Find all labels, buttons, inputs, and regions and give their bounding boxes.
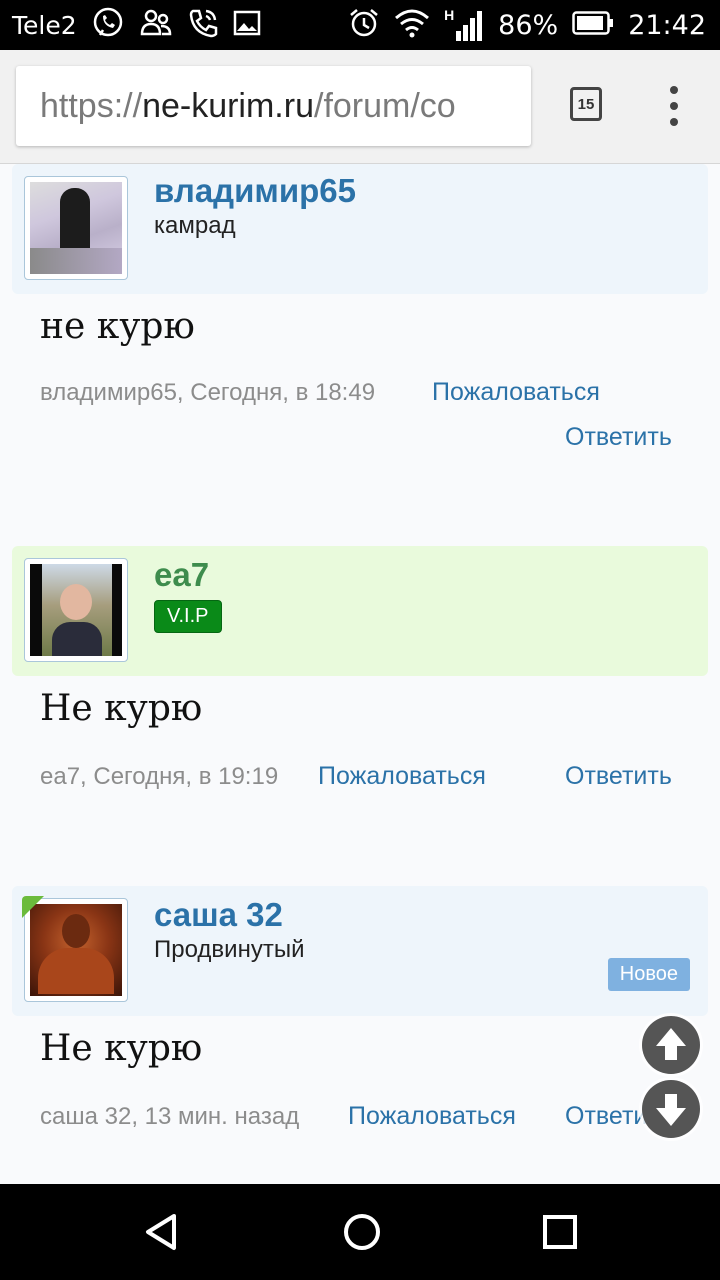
scroll-up-button[interactable] xyxy=(642,1016,700,1074)
url-scheme: https:// xyxy=(40,86,143,125)
post-message: Не курю xyxy=(40,1028,203,1069)
report-link[interactable]: Пожаловаться xyxy=(318,762,486,791)
battery-percent: 86% xyxy=(498,9,559,41)
post-header: саша 32 Продвинутый Новое xyxy=(12,886,708,1016)
arrow-down-icon xyxy=(656,1094,686,1126)
avatar[interactable] xyxy=(24,176,128,280)
post-message: не курю xyxy=(40,306,195,347)
reply-link[interactable]: Ответить xyxy=(565,762,672,791)
menu-dot-icon xyxy=(670,86,678,94)
post-meta: владимир65, Сегодня, в 18:49 xyxy=(40,379,376,406)
avatar-image xyxy=(30,564,122,656)
menu-dot-icon xyxy=(670,118,678,126)
forum-thread: владимир65 камрад не курю владимир65, Се… xyxy=(0,164,720,1184)
people-icon xyxy=(139,6,173,45)
image-icon xyxy=(233,9,261,42)
new-post-badge: Новое xyxy=(607,958,690,991)
post-header: ea7 V.I.P xyxy=(12,546,708,676)
post-meta: ea7, Сегодня, в 19:19 xyxy=(40,763,279,790)
phone-call-icon xyxy=(187,7,219,44)
scroll-down-button[interactable] xyxy=(642,1080,700,1138)
post-header: владимир65 камрад xyxy=(12,164,708,294)
signal-icon: H xyxy=(444,7,484,43)
avatar-image xyxy=(30,182,122,274)
browser-toolbar: https://ne-kurim.ru/forum/co 15 xyxy=(0,50,720,164)
url-domain: ne-kurim.ru xyxy=(142,86,314,125)
reply-link[interactable]: Ответить xyxy=(565,423,672,452)
report-link[interactable]: Пожаловаться xyxy=(348,1102,516,1131)
user-title: Продвинутый xyxy=(154,936,305,963)
back-button[interactable] xyxy=(140,1210,184,1254)
viber-icon xyxy=(91,6,125,45)
post-meta: саша 32, 13 мин. назад xyxy=(40,1103,300,1130)
clock: 21:42 xyxy=(628,9,706,41)
back-triangle-icon xyxy=(146,1214,176,1250)
menu-dot-icon xyxy=(670,102,678,110)
arrow-up-icon xyxy=(656,1028,686,1060)
home-circle-icon xyxy=(344,1214,380,1250)
system-navigation-bar xyxy=(0,1184,720,1280)
post-username[interactable]: ea7 xyxy=(154,556,209,594)
carrier-name: Tele2 xyxy=(12,10,77,40)
post-message: Не курю xyxy=(40,688,203,729)
online-indicator-icon xyxy=(22,896,44,918)
url-text[interactable]: https://ne-kurim.ru/forum/co xyxy=(16,87,456,126)
wifi-icon xyxy=(394,8,430,43)
url-path: /forum/co xyxy=(314,86,456,125)
status-bar-left: Tele2 xyxy=(12,0,261,50)
report-link[interactable]: Пожаловаться xyxy=(432,378,600,407)
status-bar: Tele2 H 86% 21:42 xyxy=(0,0,720,50)
recents-square-icon xyxy=(543,1215,577,1249)
home-button[interactable] xyxy=(340,1210,384,1254)
tab-switcher-button[interactable]: 15 xyxy=(570,87,602,121)
vip-badge: V.I.P xyxy=(154,600,222,633)
avatar[interactable] xyxy=(24,558,128,662)
post-username[interactable]: саша 32 xyxy=(154,896,283,934)
browser-menu-button[interactable] xyxy=(664,86,684,126)
status-bar-right: H 86% 21:42 xyxy=(348,0,706,50)
user-title: камрад xyxy=(154,212,236,239)
recents-button[interactable] xyxy=(538,1210,582,1254)
post-username[interactable]: владимир65 xyxy=(154,172,356,210)
alarm-icon xyxy=(348,7,380,44)
address-bar[interactable]: https://ne-kurim.ru/forum/co xyxy=(16,66,531,146)
battery-icon xyxy=(572,10,614,40)
